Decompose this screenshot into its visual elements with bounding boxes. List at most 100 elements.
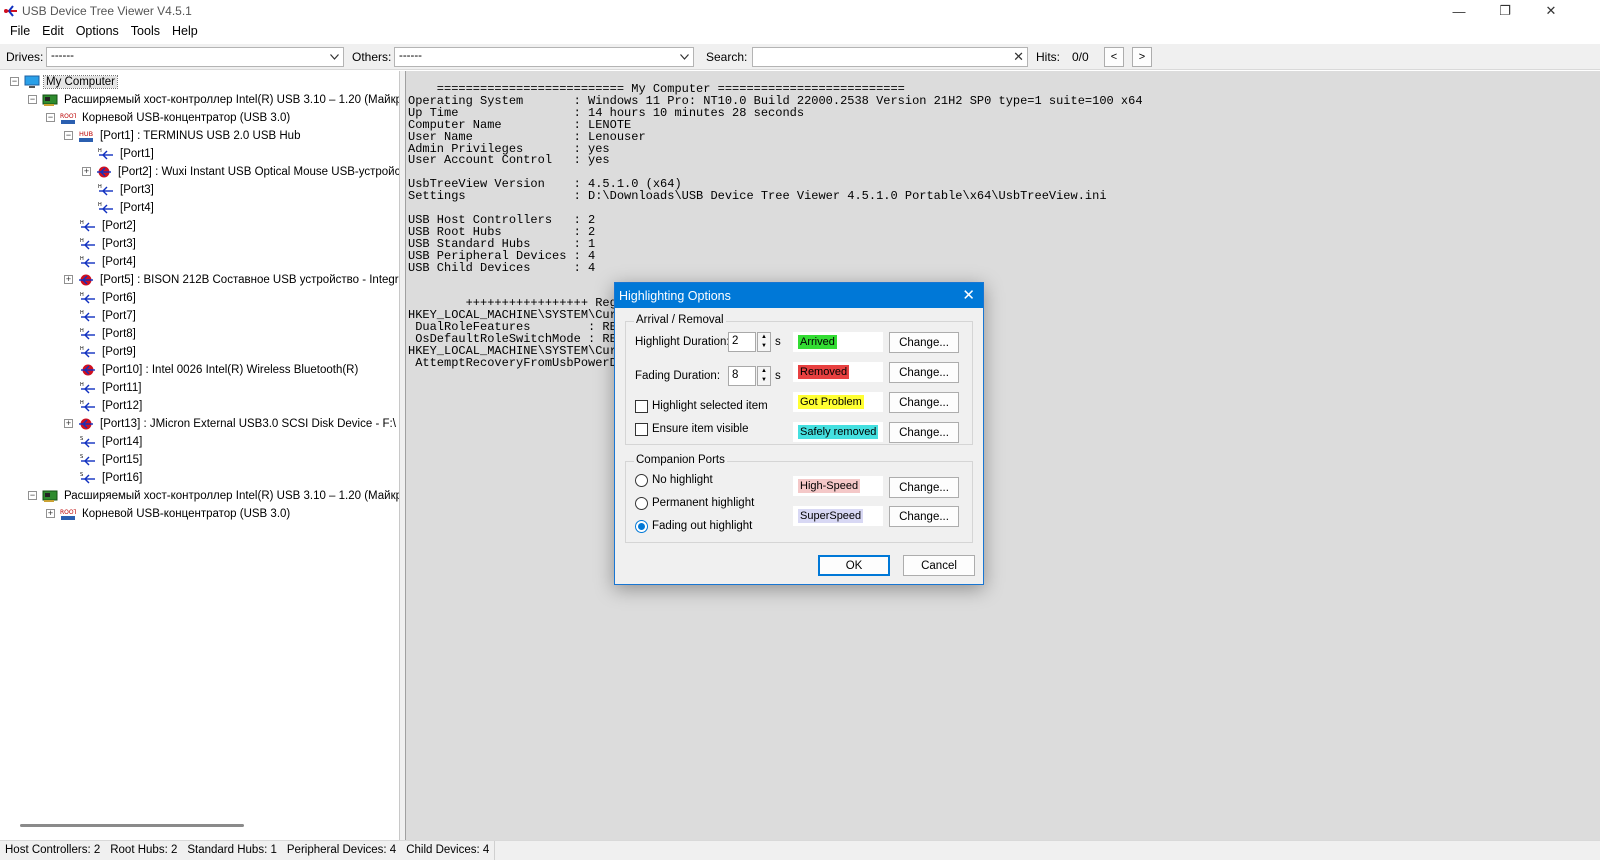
tree-node-port3[interactable]: H [Port3] — [80, 235, 138, 253]
tree-node-port15[interactable]: S [Port15] — [80, 451, 144, 469]
arrived-swatch: Arrived — [793, 332, 883, 352]
fading-duration-input[interactable]: 8 — [728, 366, 756, 386]
svg-text:H: H — [80, 220, 84, 226]
others-label: Others: — [352, 50, 392, 64]
ensure-visible-label: Ensure item visible — [652, 423, 749, 435]
title-bar: USB Device Tree Viewer V4.5.1 — ❐ ✕ — [0, 0, 1600, 22]
tree-node-port11[interactable]: H [Port11] — [80, 379, 143, 397]
previous-hit-button[interactable]: < — [1104, 47, 1124, 67]
tree-node-port2[interactable]: H [Port2] — [80, 217, 138, 235]
window-title: USB Device Tree Viewer V4.5.1 — [22, 4, 192, 18]
computer-icon — [24, 75, 40, 88]
no-highlight-label: No highlight — [652, 474, 713, 486]
others-value: ------ — [399, 50, 422, 62]
tree-node-port1-hub[interactable]: − HUB [Port1] : TERMINUS USB 2.0 USB Hub — [62, 127, 302, 145]
tree-node-port14[interactable]: S [Port14] — [80, 433, 144, 451]
clear-search-icon[interactable]: ✕ — [1013, 49, 1024, 65]
svg-text:H: H — [80, 238, 84, 244]
dialog-title: Highlighting Options — [619, 289, 731, 303]
horizontal-scrollbar[interactable] — [20, 824, 244, 827]
maximize-button[interactable]: ❐ — [1482, 0, 1528, 22]
expand-icon[interactable]: + — [64, 275, 73, 284]
arrival-removal-title: Arrival / Removal — [634, 314, 726, 326]
close-button[interactable]: ✕ — [1528, 0, 1574, 22]
collapse-icon[interactable]: − — [64, 131, 73, 140]
menu-options[interactable]: Options — [70, 22, 125, 42]
tree-node-port13-jmicron[interactable]: + [Port13] : JMicron External USB3.0 SCS… — [62, 415, 398, 433]
highlight-selected-label: Highlight selected item — [652, 400, 768, 412]
ensure-visible-checkbox[interactable] — [635, 423, 648, 436]
menu-file[interactable]: File — [4, 22, 36, 42]
expand-icon[interactable]: + — [46, 509, 55, 518]
tree-node-root-hub-2[interactable]: + ROOT Корневой USB-концентратор (USB 3.0… — [44, 505, 292, 523]
tree-node-sub-port1[interactable]: H [Port1] — [98, 145, 156, 163]
usb-port-icon: H — [80, 328, 95, 340]
change-got-problem-button[interactable]: Change... — [889, 392, 959, 413]
next-hit-button[interactable]: > — [1132, 47, 1152, 67]
tree-node-sub-port2-mouse[interactable]: + [Port2] : Wuxi Instant USB Optical Mou… — [80, 163, 399, 181]
tree-node-my-computer[interactable]: − My Computer — [8, 73, 119, 91]
others-combo[interactable]: ------ — [394, 47, 694, 67]
highlight-duration-input[interactable]: 2 — [728, 332, 756, 352]
usb-port-icon: S — [80, 472, 95, 484]
no-highlight-radio[interactable] — [635, 474, 648, 487]
tree-node-host-controller-2[interactable]: − Расширяемый хост-контроллер Intel(R) U… — [26, 487, 399, 505]
tree-node-sub-port3[interactable]: H [Port3] — [98, 181, 156, 199]
permanent-highlight-label: Permanent highlight — [652, 497, 755, 509]
tree-node-port4[interactable]: H [Port4] — [80, 253, 138, 271]
tree-node-root-hub[interactable]: − ROOT Корневой USB-концентратор (USB 3.0… — [44, 109, 292, 127]
tree-node-port12[interactable]: H [Port12] — [80, 397, 144, 415]
usb-port-icon: S — [80, 454, 95, 466]
collapse-icon[interactable]: − — [28, 491, 37, 500]
tree-node-port8[interactable]: H [Port8] — [80, 325, 138, 343]
ok-button[interactable]: OK — [818, 555, 890, 576]
dialog-close-icon[interactable]: ✕ — [962, 286, 975, 304]
menu-help[interactable]: Help — [166, 22, 204, 42]
chevron-down-icon — [328, 49, 340, 65]
superspeed-swatch: SuperSpeed — [793, 506, 883, 526]
svg-text:ROOT: ROOT — [60, 509, 76, 516]
collapse-icon[interactable]: − — [46, 113, 55, 122]
usb-port-icon: H — [80, 220, 95, 232]
collapse-icon[interactable]: − — [28, 95, 37, 104]
chevron-down-icon — [678, 49, 690, 65]
expand-icon[interactable]: + — [64, 419, 73, 428]
collapse-icon[interactable]: − — [10, 77, 19, 86]
hits-value: 0/0 — [1072, 50, 1089, 64]
tree-node-port9[interactable]: H [Port9] — [80, 343, 138, 361]
fading-out-highlight-radio[interactable] — [635, 520, 648, 533]
fading-out-highlight-label: Fading out highlight — [652, 520, 753, 532]
highlight-duration-spinner[interactable]: ▲ ▼ — [757, 332, 771, 352]
fading-duration-spinner[interactable]: ▲ ▼ — [757, 366, 771, 386]
change-arrived-button[interactable]: Change... — [889, 332, 959, 353]
change-high-speed-button[interactable]: Change... — [889, 477, 959, 498]
device-tree[interactable]: − My Computer − Расширяемый хост-контрол… — [0, 71, 400, 840]
permanent-highlight-radio[interactable] — [635, 497, 648, 510]
change-removed-button[interactable]: Change... — [889, 362, 959, 383]
tree-node-sub-port4[interactable]: H [Port4] — [98, 199, 156, 217]
tree-node-host-controller[interactable]: − Расширяемый хост-контроллер Intel(R) U… — [26, 91, 399, 109]
tree-node-port6[interactable]: H [Port6] — [80, 289, 138, 307]
change-safely-removed-button[interactable]: Change... — [889, 422, 959, 443]
tree-node-port7[interactable]: H [Port7] — [80, 307, 138, 325]
details-pane[interactable]: ========================== My Computer =… — [406, 71, 1600, 840]
svg-text:H: H — [98, 148, 102, 154]
search-input[interactable]: ✕ — [752, 47, 1028, 67]
highlight-selected-checkbox[interactable] — [635, 400, 648, 413]
expand-icon[interactable]: + — [82, 167, 91, 176]
status-child-devices: Child Devices: 4 — [406, 844, 490, 856]
menu-tools[interactable]: Tools — [125, 22, 166, 42]
tree-node-port16[interactable]: S [Port16] — [80, 469, 144, 487]
pci-card-icon — [42, 490, 58, 502]
tree-node-port10-bluetooth[interactable]: [Port10] : Intel 0026 Intel(R) Wireless … — [80, 361, 360, 379]
menu-edit[interactable]: Edit — [36, 22, 70, 42]
svg-text:H: H — [80, 310, 84, 316]
tree-node-port5-bison[interactable]: + [Port5] : BISON 212B Составное USB уст… — [62, 271, 399, 289]
minimize-button[interactable]: — — [1436, 0, 1482, 22]
high-speed-swatch: High-Speed — [793, 476, 883, 496]
status-standard-hubs: Standard Hubs: 1 — [187, 844, 277, 856]
change-superspeed-button[interactable]: Change... — [889, 506, 959, 527]
cancel-button[interactable]: Cancel — [903, 555, 975, 576]
drives-combo[interactable]: ------ — [46, 47, 344, 67]
usb-port-icon: H — [80, 292, 95, 304]
